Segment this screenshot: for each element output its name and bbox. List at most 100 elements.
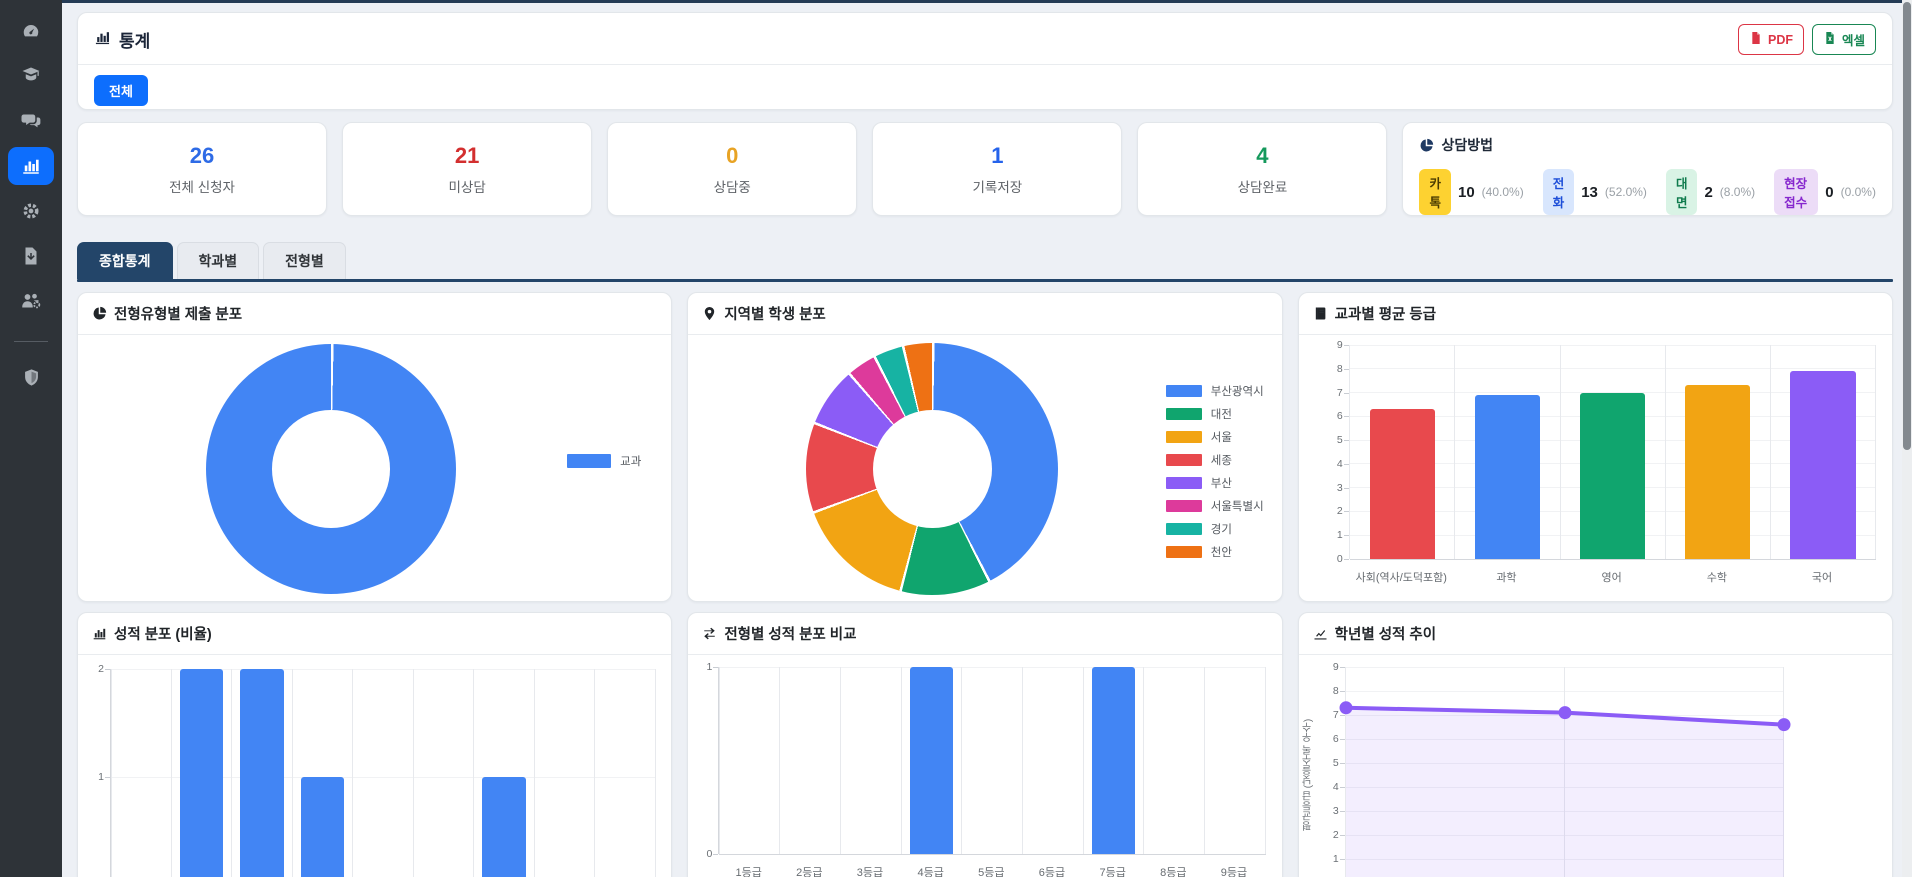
y-tick-1: 1	[1317, 529, 1343, 541]
legend-label: 부산	[1211, 475, 1232, 491]
sidebar-divider	[14, 341, 48, 342]
stats-row: 26전체 신청자21미상담0상담중1기록저장4상담완료상담방법카톡10(40.0…	[77, 122, 1893, 216]
gridline-x	[1022, 667, 1023, 854]
bar-chart-icon	[21, 156, 41, 176]
bar-과학	[1475, 395, 1540, 559]
stat-label-total-applicants: 전체 신청자	[169, 176, 235, 196]
x-tick-1등급: 1등급	[718, 864, 779, 877]
consult-method-on-site: 현장접수0(0.0%)	[1774, 169, 1876, 215]
vertical-scrollbar-track[interactable]	[1902, 0, 1912, 877]
excel-export-button[interactable]: 엑셀	[1812, 24, 1876, 55]
pie-chart-icon	[1419, 138, 1434, 153]
y-axis-title: 평균등급 (낮을수록 우수)	[1301, 695, 1316, 855]
y-tick-3: 3	[1317, 482, 1343, 494]
chart-header-average-grade-by-subject: 교과별 평균 등급	[1299, 293, 1892, 335]
pdf-export-button[interactable]: PDF	[1738, 24, 1804, 55]
vertical-scrollbar-thumb[interactable]	[1903, 2, 1911, 450]
legend-swatch	[1166, 408, 1202, 420]
y-tick-mark	[1340, 859, 1345, 860]
y-tick-mark	[1344, 511, 1349, 512]
legend-swatch	[1166, 523, 1202, 535]
stat-label-not-consulted: 미상담	[449, 176, 486, 196]
legend-item-students-by-region[interactable]: 대전	[1166, 406, 1264, 422]
legend-item-students-by-region[interactable]: 세종	[1166, 452, 1264, 468]
page-title: 통계	[94, 27, 150, 52]
plot-area	[718, 667, 1265, 854]
x-tick-9등급: 9등급	[1204, 864, 1265, 877]
legend-item-students-by-region[interactable]: 경기	[1166, 521, 1264, 537]
tab-overall[interactable]: 종합통계	[77, 242, 173, 279]
chart-card-students-by-region: 지역별 학생 분포부산광역시대전서울세종부산서울특별시경기천안	[687, 292, 1282, 602]
tab-admission[interactable]: 전형별	[263, 242, 346, 279]
x-tick-5등급: 5등급	[961, 864, 1022, 877]
filter-all-button[interactable]: 전체	[94, 75, 148, 106]
y-tick-mark	[1344, 488, 1349, 489]
bar-slot-2	[180, 669, 224, 877]
gridline-x	[292, 669, 293, 877]
legend-item-submission-by-admission-type[interactable]: 교과	[567, 453, 641, 469]
pie-chart-icon	[92, 306, 107, 321]
plot-area	[110, 669, 655, 877]
x-tick-사회(역사/도덕포함): 사회(역사/도덕포함)	[1349, 569, 1454, 585]
legend-item-students-by-region[interactable]: 천안	[1166, 544, 1264, 560]
consult-method-count-in-person: 2	[1704, 184, 1712, 201]
y-tick-mark	[1344, 345, 1349, 346]
chart-title-average-grade-by-subject: 교과별 평균 등급	[1335, 303, 1436, 324]
data-point	[1777, 718, 1790, 731]
chart-title-grade-distribution-ratio: 성적 분포 (비율)	[114, 623, 212, 644]
sidebar-item-students[interactable]	[8, 57, 54, 95]
y-tick-2: 2	[1317, 505, 1343, 517]
legend-item-students-by-region[interactable]: 부산	[1166, 475, 1264, 491]
y-tick-mark	[1340, 667, 1345, 668]
plot-area	[1349, 345, 1876, 559]
consult-method-kakao: 카톡10(40.0%)	[1419, 169, 1523, 215]
export-buttons: PDF 엑셀	[1738, 24, 1876, 55]
excel-button-label: 엑셀	[1842, 30, 1865, 49]
sidebar-item-security[interactable]	[8, 358, 54, 396]
users-gear-icon	[21, 291, 41, 311]
x-tick-과학: 과학	[1454, 569, 1559, 585]
consult-method-percent-in-person: (8.0%)	[1720, 185, 1755, 199]
plot-area	[1345, 667, 1784, 877]
gridline-x	[1265, 667, 1266, 854]
y-tick-2: 2	[1313, 829, 1339, 841]
legend-item-students-by-region[interactable]: 서울	[1166, 429, 1264, 445]
legend-label: 천안	[1211, 544, 1232, 560]
sidebar-item-users[interactable]	[8, 282, 54, 320]
legend-item-students-by-region[interactable]: 서울특별시	[1166, 498, 1264, 514]
chart-body-average-grade-by-subject: 0123456789사회(역사/도덕포함)과학영어수학국어	[1299, 335, 1892, 601]
stat-card-total-applicants: 26전체 신청자	[77, 122, 327, 216]
exchange-icon	[702, 626, 717, 641]
y-tick-7: 7	[1313, 709, 1339, 721]
chart-body-grade-trend-by-year: 0123456789평균등급 (낮을수록 우수)	[1299, 655, 1892, 877]
y-tick-0: 0	[1317, 553, 1343, 565]
tab-department[interactable]: 학과별	[177, 242, 260, 279]
sidebar-item-settings[interactable]	[8, 192, 54, 230]
legend-item-students-by-region[interactable]: 부산광역시	[1166, 383, 1264, 399]
sidebar-item-documents[interactable]	[8, 237, 54, 275]
gridline-x	[534, 669, 535, 877]
y-tick-5: 5	[1313, 757, 1339, 769]
consult-methods-title: 상담방법	[1419, 135, 1876, 155]
sidebar-item-messages[interactable]	[8, 102, 54, 140]
gridline-x	[1454, 345, 1455, 559]
y-tick-9: 9	[1313, 661, 1339, 673]
gridline-x	[352, 669, 353, 877]
sidebar-item-statistics[interactable]	[8, 147, 54, 185]
y-tick-4: 4	[1313, 781, 1339, 793]
y-tick-1: 1	[1313, 853, 1339, 865]
chart-body-grade-distribution-by-admission: 011등급2등급3등급4등급5등급6등급7등급8등급9등급교과	[688, 655, 1281, 877]
sidebar-item-dashboard[interactable]	[8, 12, 54, 50]
chart-header-grade-distribution-by-admission: 전형별 성적 분포 비교	[688, 613, 1281, 655]
gridline-x	[473, 669, 474, 877]
y-tick-8: 8	[1317, 363, 1343, 375]
chart-header-students-by-region: 지역별 학생 분포	[688, 293, 1281, 335]
y-tick-1: 1	[687, 661, 712, 673]
donut-chart-submission-by-admission-type	[206, 344, 456, 594]
chart-header-grade-distribution-ratio: 성적 분포 (비율)	[78, 613, 671, 655]
data-point	[1558, 706, 1571, 719]
gridline-y-8	[1350, 368, 1876, 369]
consult-methods-card: 상담방법카톡10(40.0%)전화13(52.0%)대면2(8.0%)현장접수0…	[1402, 122, 1893, 216]
legend-label: 교과	[620, 453, 641, 469]
gridline-x	[961, 667, 962, 854]
